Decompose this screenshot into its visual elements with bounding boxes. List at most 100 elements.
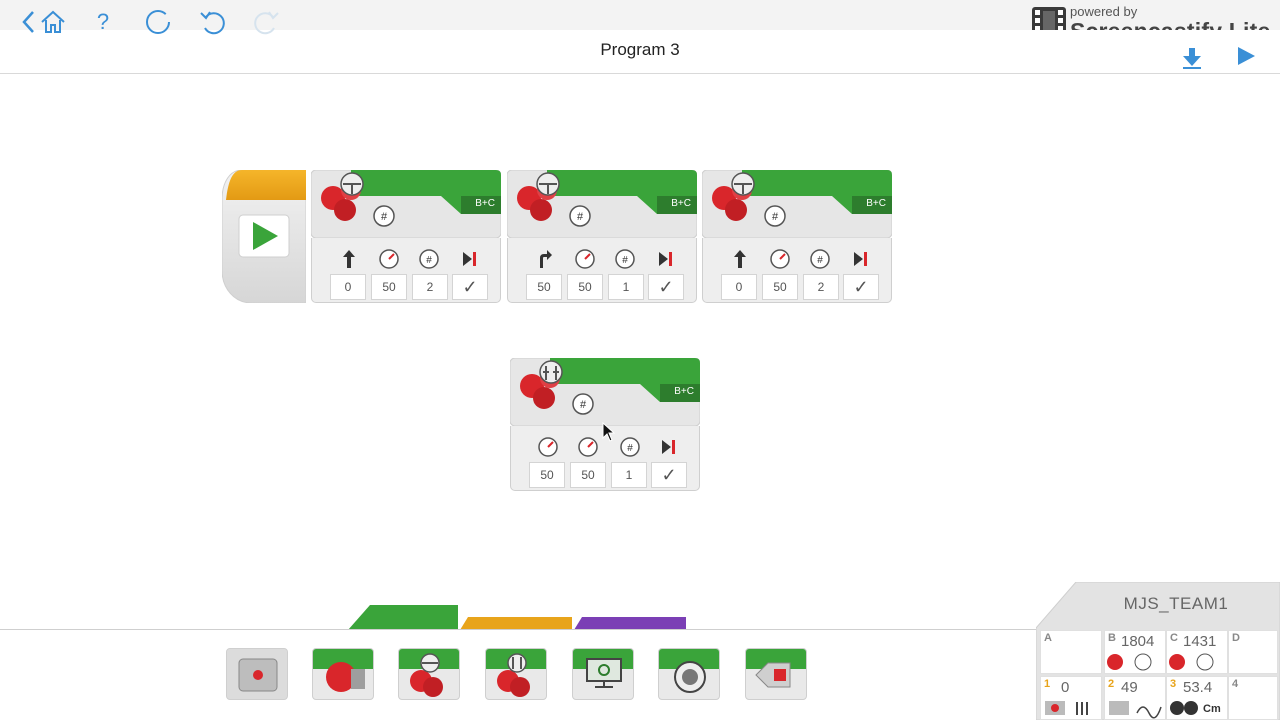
brake-icon [846,246,876,272]
port-letter: A [1044,632,1052,644]
svg-text:#: # [817,255,823,266]
steering-value[interactable]: 0 [721,274,757,300]
palette-medium-motor[interactable] [226,648,288,700]
svg-text:#: # [622,255,628,266]
port-1[interactable]: 1 0 [1040,676,1102,720]
port-letter: 1 [1044,678,1051,690]
rotations-value[interactable]: 1 [608,274,644,300]
home-icon [41,10,65,33]
tab-action[interactable] [348,604,460,630]
redo-icon [254,11,279,35]
rotations-value[interactable]: 1 [611,462,647,488]
move-steering-block-3[interactable]: # B+C # 0 50 2 ✓ [701,169,893,303]
palette-display[interactable] [572,648,634,700]
start-block[interactable] [221,169,307,304]
move-steering-block-2[interactable]: # B+C # 50 50 1 ✓ [506,169,698,303]
block-palette [0,629,1040,720]
tab-data[interactable] [574,616,688,630]
palette-sound[interactable] [658,648,720,700]
loop-button[interactable] [143,8,173,36]
download-button[interactable] [1180,44,1204,72]
port-b[interactable]: B 1804 [1104,630,1166,674]
power-value[interactable]: 50 [762,274,798,300]
port-letter: D [1232,632,1240,644]
port-label: B+C [866,198,886,209]
arrow-up-icon [334,246,364,272]
move-steering-icon [410,653,443,697]
port-c-value: 1431 [1183,633,1217,650]
tab-flow[interactable] [460,616,574,630]
left-power-value[interactable]: 50 [529,462,565,488]
undo-button[interactable] [198,8,228,36]
brake-icon [651,246,681,272]
power-value[interactable]: 50 [371,274,407,300]
run-button[interactable] [1234,42,1258,70]
palette-large-motor[interactable] [312,648,374,700]
play-icon [253,222,278,250]
block-header: # B+C [701,169,893,239]
port-4[interactable]: 4 [1228,676,1278,720]
port-letter: B [1108,632,1116,644]
touch-sensor-icon [1045,701,1088,715]
rotations-value[interactable]: 2 [412,274,448,300]
block-parameters: # 0 50 2 ✓ [702,238,892,303]
medium-motor-icon [238,658,278,692]
question-icon: ? [96,9,110,34]
block-header: # B+C [506,169,698,239]
brick-name[interactable]: MJS_TEAM1 [1076,594,1276,614]
large-motor-icon [1169,653,1214,671]
svg-text:#: # [381,211,388,223]
port-d[interactable]: D [1228,630,1278,674]
play-icon [1238,47,1255,65]
palette-move-tank[interactable] [485,648,547,700]
move-steering-block-1[interactable]: # B+C # 0 50 2 ✓ [310,169,502,303]
block-parameters: # 50 50 1 ✓ [507,238,697,303]
rotations-value[interactable]: 2 [803,274,839,300]
brake-check[interactable]: ✓ [452,274,488,300]
rotations-icon: # [805,246,835,272]
rotations-icon: # [610,246,640,272]
ultrasonic-sensor-icon [1170,701,1198,715]
mouse-cursor-icon [602,422,616,442]
circle-icon [146,10,170,34]
home-button[interactable] [38,8,68,36]
palette-brick-status-light[interactable] [745,648,807,700]
svg-text:#: # [580,399,587,411]
rotations-icon: # [615,434,645,460]
svg-text:#: # [426,255,432,266]
port-c[interactable]: C 1431 [1166,630,1228,674]
steering-value[interactable]: 0 [330,274,366,300]
palette-move-steering[interactable] [398,648,460,700]
block-header: # B+C [509,357,701,427]
brake-icon [654,434,684,460]
powered-by-label: powered by [1070,4,1138,19]
brake-check[interactable]: ✓ [648,274,684,300]
port-3[interactable]: 3 53.4 Cm [1166,676,1228,720]
arrow-up-icon [725,246,755,272]
steering-value[interactable]: 50 [526,274,562,300]
speed-icon [570,246,600,272]
brake-check[interactable]: ✓ [843,274,879,300]
port-label: B+C [674,386,694,397]
port-2[interactable]: 2 49 [1104,676,1166,720]
block-parameters: # 0 50 2 ✓ [311,238,501,303]
port-a[interactable]: A [1040,630,1102,674]
port-letter: 4 [1232,678,1239,690]
large-motor-icon [326,662,365,692]
speed-icon [765,246,795,272]
rotations-icon: # [414,246,444,272]
port-label: B+C [671,198,691,209]
status-light-icon [755,662,791,688]
speaker-icon [674,661,706,693]
speed-icon [374,246,404,272]
help-button[interactable]: ? [90,8,116,36]
download-arrow-icon [1183,48,1201,69]
move-tank-icon [497,653,530,697]
brake-check[interactable]: ✓ [651,462,687,488]
right-power-value[interactable]: 50 [570,462,606,488]
redo-button[interactable] [251,8,281,36]
large-motor-icon [1107,653,1152,671]
back-button[interactable] [18,8,38,36]
speed-icon [533,434,563,460]
power-value[interactable]: 50 [567,274,603,300]
